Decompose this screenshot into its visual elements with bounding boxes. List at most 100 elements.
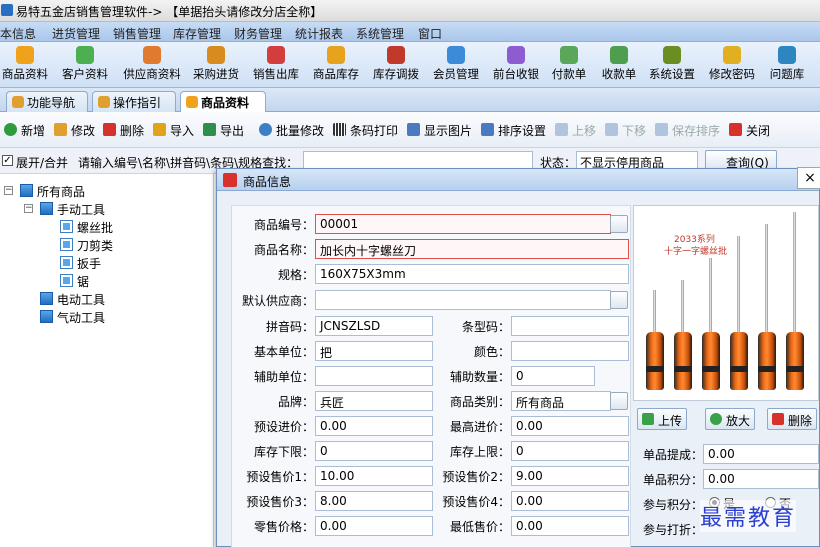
- spec-field[interactable]: 160X75X3mm: [315, 264, 629, 284]
- toolbar-product-button[interactable]: 商品资料: [0, 44, 55, 82]
- commission-field[interactable]: 0.00: [703, 444, 819, 464]
- dialog-title: 商品信息: [243, 175, 292, 189]
- menu-system[interactable]: 系统管理: [356, 25, 404, 42]
- code-field[interactable]: 00001: [315, 214, 611, 234]
- select-supplier-icon[interactable]: [610, 291, 628, 309]
- toolbar-password-button[interactable]: 修改密码: [702, 44, 762, 82]
- price1-field[interactable]: 10.00: [315, 466, 433, 486]
- retail-field[interactable]: 0.00: [315, 516, 433, 536]
- expand-collapse-label: 展开/合并: [16, 156, 69, 170]
- screwdriver-image: [728, 206, 750, 396]
- toolbar-sales-button[interactable]: 销售出库: [246, 44, 306, 82]
- tree-node-saw[interactable]: 锯: [60, 273, 89, 290]
- preset-cost-field[interactable]: 0.00: [315, 416, 433, 436]
- select-category-icon[interactable]: [610, 392, 628, 410]
- faq-icon: [778, 46, 796, 64]
- zoom-image-button[interactable]: 放大: [705, 408, 756, 430]
- customer-icon: [76, 46, 94, 64]
- save-sort-button[interactable]: 保存排序: [655, 122, 720, 139]
- toolbar-purchase-button[interactable]: 采购进货: [186, 44, 246, 82]
- min-price-field[interactable]: 0.00: [511, 516, 629, 536]
- toolbar-stock-button[interactable]: 商品库存: [306, 44, 366, 82]
- tab-product-info[interactable]: 商品资料: [180, 91, 266, 113]
- barcode-print-button[interactable]: 条码打印: [333, 122, 398, 139]
- folder-icon: [40, 202, 53, 215]
- window-title: 易特五金店销售管理软件-> 【单据抬头请修改分店全称】: [16, 5, 323, 19]
- category-label: 商品类别：: [449, 395, 510, 409]
- toolbar-cashier-button[interactable]: 前台收银: [486, 44, 546, 82]
- add-button[interactable]: 新增: [4, 122, 45, 139]
- toolbar-customer-button[interactable]: 客户资料: [55, 44, 115, 82]
- supplier-field[interactable]: [315, 290, 611, 310]
- edit-code-icon[interactable]: [610, 215, 628, 233]
- action-toolbar: 新增 修改 删除 导入 导出 批量修改 条码打印 显示图片 排序设置 上移 下移…: [0, 112, 820, 148]
- settings-icon: [663, 46, 681, 64]
- toolbar-settings-button[interactable]: 系统设置: [642, 44, 702, 82]
- move-up-button[interactable]: 上移: [555, 122, 596, 139]
- menu-sales[interactable]: 销售管理: [113, 25, 161, 42]
- menu-inventory[interactable]: 库存管理: [173, 25, 221, 42]
- pinyin-field[interactable]: JCNSZLSD: [315, 316, 433, 336]
- purchase-icon: [207, 46, 225, 64]
- export-icon: [203, 123, 216, 136]
- aux-unit-field[interactable]: [315, 366, 433, 386]
- aux-unit-label: 辅助单位：: [253, 370, 314, 384]
- tree-node-power-tools[interactable]: 电动工具: [40, 291, 105, 308]
- expand-collapse-checkbox[interactable]: ✓: [2, 155, 13, 166]
- aux-qty-field[interactable]: 0: [511, 366, 595, 386]
- menu-reports[interactable]: 统计报表: [295, 25, 343, 42]
- zoom-icon: [710, 413, 722, 425]
- tree-node-all[interactable]: 所有商品: [20, 183, 85, 200]
- category-field[interactable]: 所有商品: [511, 391, 611, 411]
- price1-label: 预设售价1：: [246, 470, 314, 484]
- stock-min-label: 库存下限：: [253, 445, 314, 459]
- spec-label: 规格：: [277, 268, 314, 282]
- price3-field[interactable]: 8.00: [315, 491, 433, 511]
- edit-button[interactable]: 修改: [54, 122, 95, 139]
- tree-node-wrench[interactable]: 扳手: [60, 255, 101, 272]
- barcode-field[interactable]: [511, 316, 629, 336]
- delete-image-button[interactable]: 删除: [767, 408, 818, 430]
- toolbar-supplier-button[interactable]: 供应商资料: [120, 44, 184, 82]
- tree-collapse-icon[interactable]: −: [4, 186, 13, 195]
- points-field[interactable]: 0.00: [703, 469, 819, 489]
- tree-node-hand-tools[interactable]: 手动工具: [40, 201, 105, 218]
- tree-node-knives[interactable]: 刀剪类: [60, 237, 113, 254]
- stock-min-field[interactable]: 0: [315, 441, 433, 461]
- move-down-button[interactable]: 下移: [605, 122, 646, 139]
- toolbar-faq-button[interactable]: 问题库: [760, 44, 814, 82]
- dialog-close-button[interactable]: ×: [797, 167, 820, 189]
- tree-node-pneumatic-tools[interactable]: 气动工具: [40, 309, 105, 326]
- tab-operation-guide[interactable]: 操作指引: [92, 91, 176, 112]
- menu-finance[interactable]: 财务管理: [234, 25, 282, 42]
- toolbar-member-button[interactable]: 会员管理: [426, 44, 486, 82]
- toolbar-receipt-button[interactable]: 收款单: [592, 44, 646, 82]
- import-button[interactable]: 导入: [153, 122, 194, 139]
- brand-field[interactable]: 兵匠: [315, 391, 433, 411]
- tree-collapse-icon[interactable]: −: [24, 204, 33, 213]
- batch-edit-icon: [259, 123, 272, 136]
- sort-settings-button[interactable]: 排序设置: [481, 122, 546, 139]
- tab-function-nav[interactable]: 功能导航: [6, 91, 88, 112]
- color-field[interactable]: [511, 341, 629, 361]
- join-discount-label: 参与打折：: [642, 523, 703, 537]
- menu-basic-info[interactable]: 本信息: [0, 25, 36, 42]
- menu-purchase[interactable]: 进货管理: [52, 25, 100, 42]
- name-field[interactable]: 加长内十字螺丝刀: [315, 239, 629, 259]
- toolbar-transfer-button[interactable]: 库存调拨: [366, 44, 426, 82]
- export-button[interactable]: 导出: [203, 122, 244, 139]
- batch-edit-button[interactable]: 批量修改: [259, 122, 324, 139]
- folder-icon: [40, 292, 53, 305]
- close-button[interactable]: 关闭: [729, 122, 770, 139]
- show-image-button[interactable]: 显示图片: [407, 122, 472, 139]
- price2-field[interactable]: 9.00: [511, 466, 629, 486]
- upload-image-button[interactable]: 上传: [637, 408, 688, 430]
- unit-field[interactable]: 把: [315, 341, 433, 361]
- toolbar-payment-button[interactable]: 付款单: [542, 44, 596, 82]
- tree-node-screwdriver[interactable]: 螺丝批: [60, 219, 113, 236]
- stock-max-field[interactable]: 0: [511, 441, 629, 461]
- delete-button[interactable]: 删除: [103, 122, 144, 139]
- max-cost-field[interactable]: 0.00: [511, 416, 629, 436]
- price4-field[interactable]: 0.00: [511, 491, 629, 511]
- menu-window[interactable]: 窗口: [418, 25, 442, 42]
